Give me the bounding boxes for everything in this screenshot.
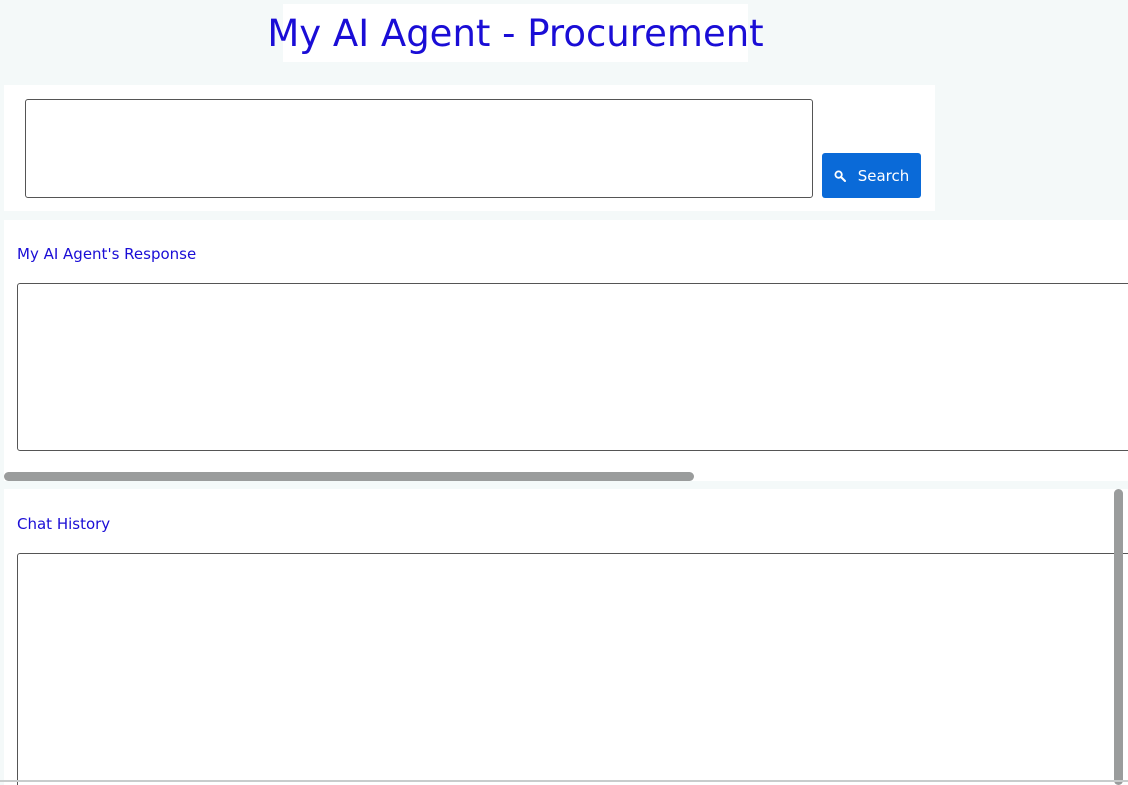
chat-history-output[interactable] [17,553,1128,785]
horizontal-scrollbar[interactable] [4,472,694,481]
history-heading: Chat History [17,515,111,533]
app-page: My AI Agent - Procurement Search My AI A… [0,0,1128,785]
response-output[interactable] [17,283,1128,451]
page-title: My AI Agent - Procurement [267,11,764,55]
response-heading: My AI Agent's Response [17,245,197,263]
search-button[interactable]: Search [822,153,921,198]
history-panel: Chat History [4,489,1128,785]
title-banner: My AI Agent - Procurement [267,4,764,62]
vertical-scrollbar[interactable] [1114,489,1123,785]
response-panel: My AI Agent's Response [4,220,1128,481]
query-input[interactable] [25,99,813,198]
search-button-label: Search [857,166,910,185]
bottom-divider [0,780,1128,782]
query-panel: Search [4,85,935,211]
search-icon [834,169,846,182]
